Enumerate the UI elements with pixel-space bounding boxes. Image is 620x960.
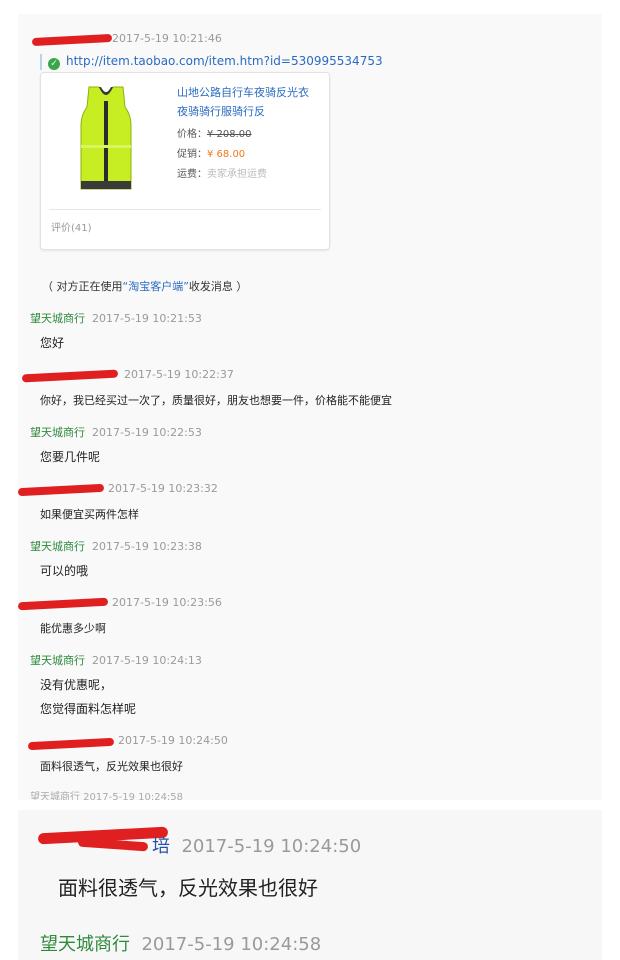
message-header: 培 2017-5-19 10:24:50 bbox=[152, 832, 361, 858]
price-row: 价格：¥ 208.00 bbox=[177, 125, 252, 140]
message-text: 如果便宜买两件怎样 bbox=[40, 508, 139, 521]
redacted-name bbox=[31, 33, 113, 47]
check-icon: ✓ bbox=[48, 58, 60, 70]
message-text: 你好，我已经买过一次了，质量很好，朋友也想要一件，价格能不能便宜 bbox=[40, 394, 392, 407]
sender-name[interactable]: 望天城商行 bbox=[30, 654, 85, 667]
message-header: 望天城商行 2017-5-19 10:21:53 bbox=[30, 310, 202, 326]
message-time: 2017-5-19 10:23:38 bbox=[92, 540, 202, 553]
message-text: 您要几件呢 bbox=[40, 450, 101, 464]
message-time: 2017-5-19 10:22:37 bbox=[124, 368, 234, 381]
product-link[interactable]: ✓ http://item.taobao.com/item.htm?id=5309… bbox=[40, 54, 383, 70]
sender-name[interactable]: 望天城商行 bbox=[30, 312, 85, 325]
card-divider bbox=[49, 209, 321, 210]
promo-value: ¥ 68.00 bbox=[207, 149, 246, 160]
redacted-name bbox=[77, 837, 149, 852]
message-time: 2017-5-19 10:22:53 bbox=[92, 426, 202, 439]
message-text: 能优惠多少啊 bbox=[40, 622, 106, 635]
shipping-label: 运费： bbox=[177, 169, 207, 180]
sender-name[interactable]: 望天城商行 bbox=[30, 426, 85, 439]
message-text: 您好 bbox=[40, 336, 65, 350]
message-text: 没有优惠呢， bbox=[40, 678, 113, 692]
message-text: 面料很透气，反光效果也很好 bbox=[40, 760, 183, 773]
message-text-line2: 您觉得面料怎样呢 bbox=[40, 702, 137, 716]
sender-name[interactable]: 望天城商行 bbox=[40, 934, 130, 955]
promo-row: 促销：¥ 68.00 bbox=[177, 145, 245, 160]
client-notice: （ 对方正在使用“淘宝客户端”收发消息 ） bbox=[42, 278, 247, 294]
redacted-name bbox=[21, 369, 119, 383]
redacted-name bbox=[18, 597, 109, 611]
product-link-text[interactable]: http://item.taobao.com/item.htm?id=53099… bbox=[66, 54, 383, 68]
redacted-name bbox=[18, 483, 105, 497]
message-header: 望天城商行 2017-5-19 10:24:13 bbox=[30, 652, 202, 668]
message-time: 2017-5-19 10:23:56 bbox=[112, 596, 222, 609]
notice-prefix: （ 对方正在使用 bbox=[42, 280, 123, 293]
notice-client: “淘宝客户端” bbox=[122, 280, 189, 293]
message-header: 望天城商行 2017-5-19 10:22:53 bbox=[30, 424, 202, 440]
product-title[interactable]: 山地公路自行车夜骑反光衣夜骑骑行服骑行反 bbox=[177, 83, 317, 121]
cut-off-message-header: 望天城商行 2017-5-19 10:24:58 bbox=[30, 792, 184, 800]
message-header: 望天城商行 2017-5-19 10:24:58 bbox=[40, 930, 321, 956]
message-time: 2017-5-19 10:24:13 bbox=[92, 654, 202, 667]
message-time: 2017-5-19 10:24:58 bbox=[141, 934, 322, 955]
product-card[interactable]: 山地公路自行车夜骑反光衣夜骑骑行服骑行反 价格：¥ 208.00 促销：¥ 68… bbox=[40, 72, 330, 250]
sender-name[interactable]: 培 bbox=[152, 836, 170, 857]
notice-suffix: 收发消息 ） bbox=[188, 280, 248, 293]
redacted-name bbox=[27, 737, 115, 751]
price-label: 价格： bbox=[177, 129, 207, 140]
promo-label: 促销： bbox=[177, 149, 207, 160]
message-text: 面料很透气，反光效果也很好 bbox=[58, 876, 318, 900]
message-time: 2017-5-19 10:24:50 bbox=[118, 734, 228, 747]
review-count[interactable]: 评价(41) bbox=[51, 219, 92, 234]
message-time: 2017-5-19 10:23:32 bbox=[108, 482, 218, 495]
price-value: ¥ 208.00 bbox=[207, 129, 252, 140]
message-time: 2017-5-19 10:24:50 bbox=[181, 836, 362, 857]
message-time: 2017-5-19 10:21:53 bbox=[92, 312, 202, 325]
zoomed-chat-crop: 培 2017-5-19 10:24:50 面料很透气，反光效果也很好 望天城商行… bbox=[18, 810, 602, 960]
message-text: 可以的哦 bbox=[40, 564, 89, 578]
sender-name[interactable]: 望天城商行 bbox=[30, 540, 85, 553]
shipping-row: 运费：卖家承担运费 bbox=[177, 165, 267, 180]
chat-history-panel: 2017-5-19 10:21:46 ✓ http://item.taobao.c… bbox=[18, 14, 602, 800]
message-header: 望天城商行 2017-5-19 10:23:38 bbox=[30, 538, 202, 554]
vest-image bbox=[80, 86, 132, 190]
shipping-value: 卖家承担运费 bbox=[207, 169, 267, 180]
message-time: 2017-5-19 10:21:46 bbox=[112, 32, 222, 45]
